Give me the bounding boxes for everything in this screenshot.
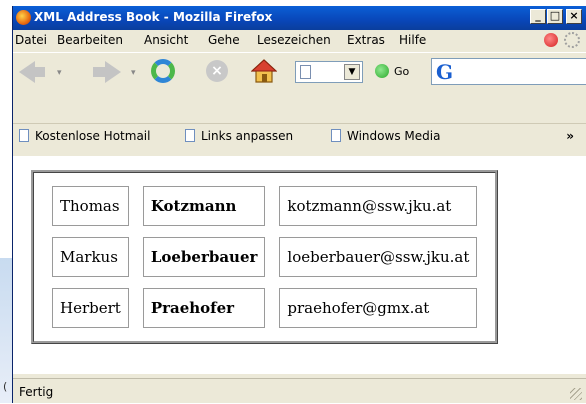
bookmarks-toolbar: Kostenlose Hotmail Links anpassen Window… xyxy=(13,123,586,150)
home-icon[interactable] xyxy=(251,58,277,84)
reload-icon[interactable] xyxy=(151,59,175,83)
forward-dropdown-icon[interactable]: ▾ xyxy=(131,68,136,78)
go-button-label[interactable]: Go xyxy=(394,65,409,78)
page-icon xyxy=(300,65,311,79)
resize-grip-icon[interactable] xyxy=(570,388,582,400)
email-cell: kotzmann@ssw.jku.at xyxy=(279,186,478,226)
address-book-table: Thomas Kotzmann kotzmann@ssw.jku.at Mark… xyxy=(31,170,499,344)
maximize-button[interactable]: □ xyxy=(547,9,563,24)
bookmark-hotmail[interactable]: Kostenlose Hotmail xyxy=(19,129,150,143)
table-row: Markus Loeberbauer loeberbauer@ssw.jku.a… xyxy=(52,237,478,277)
close-button[interactable]: × xyxy=(566,9,582,24)
window-title: XML Address Book - Mozilla Firefox xyxy=(34,10,273,24)
email-cell: loeberbauer@ssw.jku.at xyxy=(279,237,478,277)
first-name-cell: Thomas xyxy=(52,186,129,226)
bookmark-label: Windows Media xyxy=(347,129,441,143)
bookmark-links-anpassen[interactable]: Links anpassen xyxy=(185,129,293,143)
forward-arrow-icon[interactable] xyxy=(105,61,121,83)
title-bar[interactable]: XML Address Book - Mozilla Firefox _ □ × xyxy=(13,6,586,30)
url-dropdown-button[interactable]: ▼ xyxy=(344,64,360,80)
menu-hilfe[interactable]: Hilfe xyxy=(399,33,426,47)
throbber-icon xyxy=(564,32,580,48)
address-grid: Thomas Kotzmann kotzmann@ssw.jku.at Mark… xyxy=(38,175,491,339)
email-cell: praehofer@gmx.at xyxy=(279,288,478,328)
table-row: Thomas Kotzmann kotzmann@ssw.jku.at xyxy=(52,186,478,226)
table-row: Herbert Praehofer praehofer@gmx.at xyxy=(52,288,478,328)
search-field[interactable]: G xyxy=(431,58,586,85)
bookmark-page-icon xyxy=(331,129,341,142)
status-text: Fertig xyxy=(19,385,54,399)
go-icon[interactable] xyxy=(375,64,389,78)
menu-extras[interactable]: Extras xyxy=(347,33,385,47)
status-bar: Fertig xyxy=(13,378,586,404)
last-name-cell: Loeberbauer xyxy=(142,237,266,277)
minimize-button[interactable]: _ xyxy=(530,9,546,24)
menu-bar: Datei Bearbeiten Ansicht Gehe Lesezeiche… xyxy=(13,30,586,50)
bookmark-label: Kostenlose Hotmail xyxy=(35,129,151,143)
background-slide-char: ( xyxy=(3,380,8,393)
last-name-cell: Kotzmann xyxy=(142,186,266,226)
browser-window: XML Address Book - Mozilla Firefox _ □ ×… xyxy=(12,6,586,403)
navigation-toolbar: ▾ ▾ × ▼ Go G xyxy=(13,52,586,93)
last-name-cell: Praehofer xyxy=(142,288,266,328)
menu-datei[interactable]: Datei xyxy=(15,33,47,47)
page-content: Thomas Kotzmann kotzmann@ssw.jku.at Mark… xyxy=(13,156,586,374)
first-name-cell: Markus xyxy=(52,237,129,277)
menu-lesezeichen[interactable]: Lesezeichen xyxy=(257,33,331,47)
first-name-cell: Herbert xyxy=(52,288,129,328)
menu-bearbeiten[interactable]: Bearbeiten xyxy=(57,33,123,47)
bookmarks-overflow-button[interactable]: » xyxy=(566,129,574,143)
back-dropdown-icon[interactable]: ▾ xyxy=(57,68,62,78)
menu-ansicht[interactable]: Ansicht xyxy=(144,33,188,47)
forward-arrow-tail[interactable] xyxy=(93,67,105,77)
bookmark-label: Links anpassen xyxy=(201,129,294,143)
bookmark-windows-media[interactable]: Windows Media xyxy=(331,129,440,143)
google-icon[interactable]: G xyxy=(436,60,453,84)
url-field[interactable]: ▼ xyxy=(295,61,363,83)
bookmark-page-icon xyxy=(185,129,195,142)
bookmark-page-icon xyxy=(19,129,29,142)
stop-icon[interactable]: × xyxy=(206,60,228,82)
back-arrow-tail[interactable] xyxy=(33,67,45,77)
firefox-icon xyxy=(16,10,31,25)
update-alert-icon[interactable] xyxy=(544,33,558,47)
menu-gehe[interactable]: Gehe xyxy=(208,33,240,47)
